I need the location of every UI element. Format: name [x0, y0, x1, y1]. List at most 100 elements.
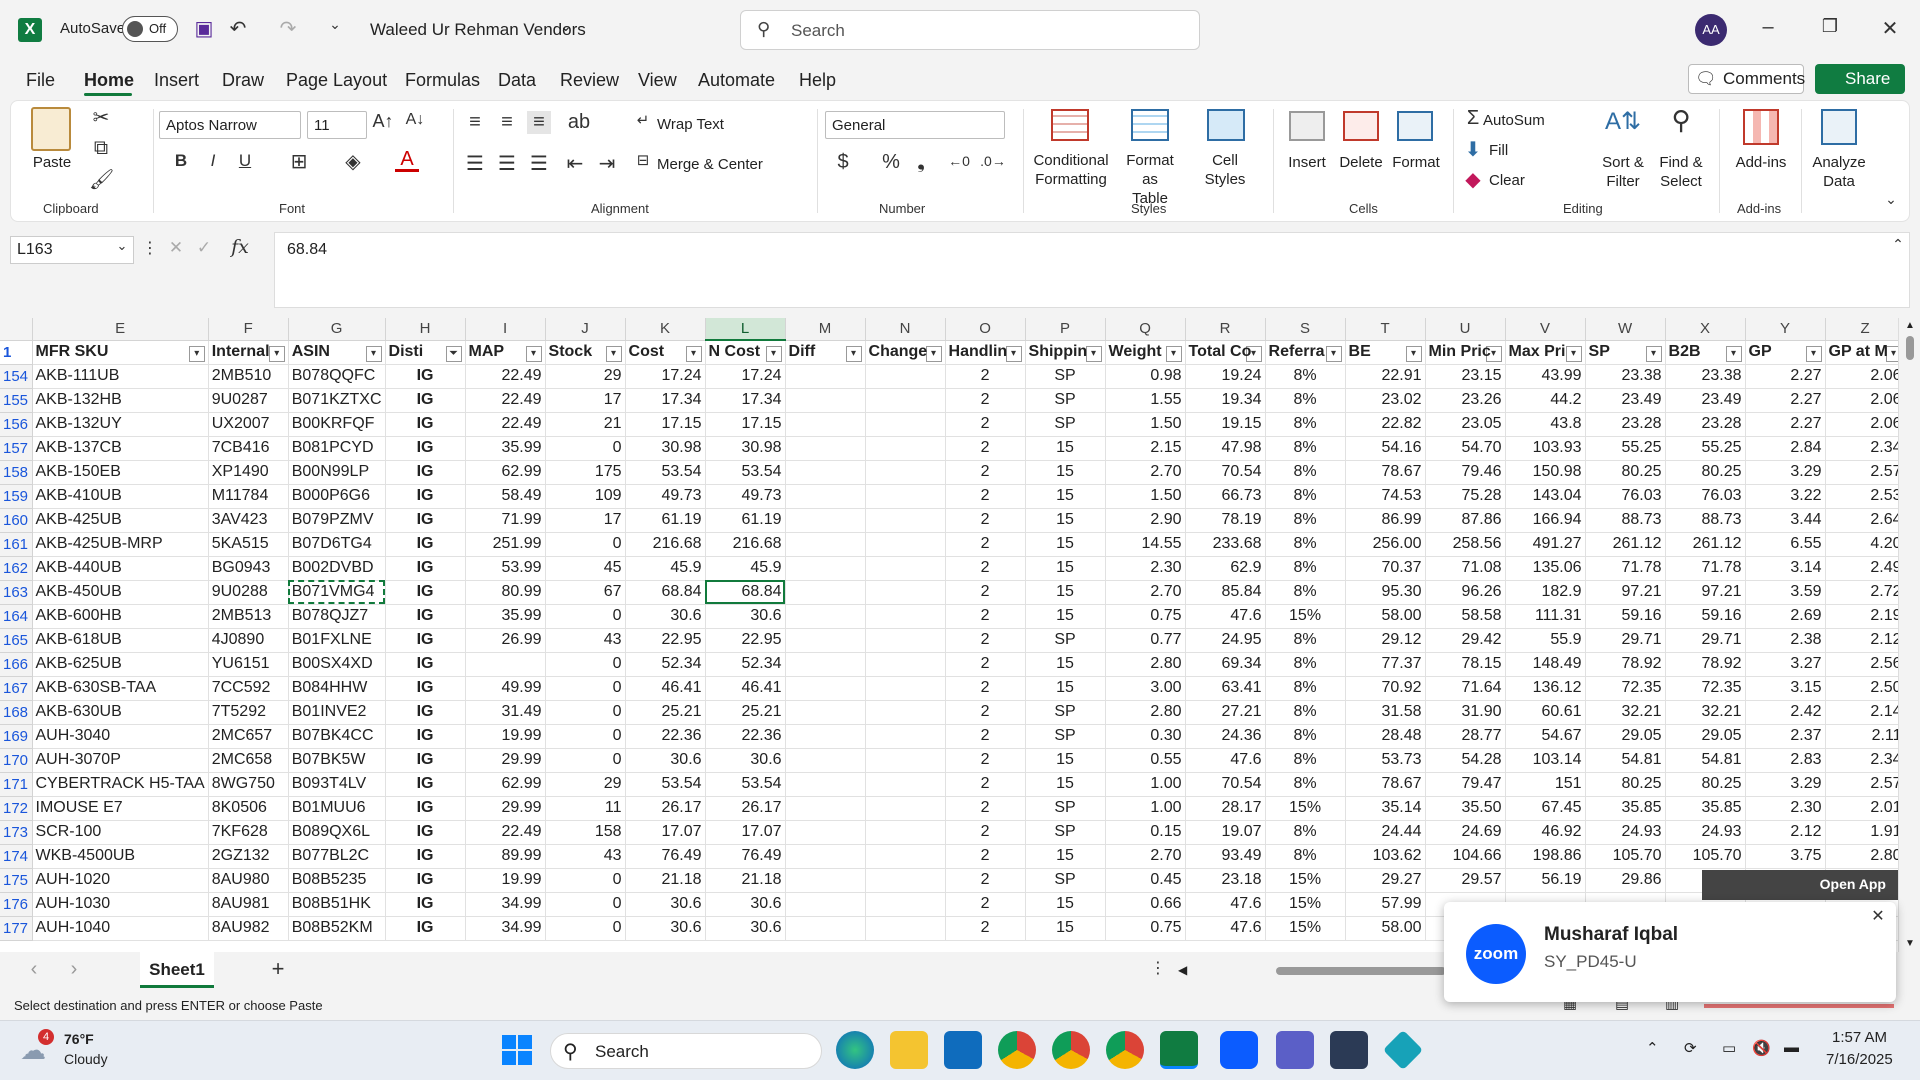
excel-taskbar-icon[interactable] — [1160, 1031, 1198, 1069]
table-cell[interactable]: 0 — [545, 532, 626, 557]
table-cell[interactable]: 47.6 — [1185, 892, 1266, 917]
table-cell[interactable]: 8% — [1265, 532, 1346, 557]
table-cell[interactable]: 2.72 — [1825, 580, 1906, 605]
tab-insert[interactable]: Insert — [154, 70, 199, 91]
table-cell[interactable]: 49.73 — [625, 484, 706, 509]
table-cell[interactable]: 58.00 — [1345, 916, 1426, 941]
table-cell[interactable]: 8% — [1265, 772, 1346, 797]
column-heading[interactable]: ▾ Min Pric — [1425, 340, 1506, 365]
table-cell[interactable]: 78.67 — [1345, 772, 1426, 797]
table-cell[interactable]: 19.34 — [1185, 388, 1266, 413]
table-cell[interactable]: 2.80 — [1105, 652, 1186, 677]
table-cell[interactable]: 2 — [945, 532, 1026, 557]
filter-dropdown-icon[interactable]: ▾ — [268, 345, 285, 362]
clear-button[interactable]: Clear — [1489, 171, 1525, 190]
table-cell[interactable] — [865, 796, 946, 821]
table-cell[interactable]: 3.29 — [1745, 460, 1826, 485]
table-cell[interactable]: 29.57 — [1425, 868, 1506, 893]
filter-dropdown-icon[interactable]: ▾ — [1725, 345, 1742, 362]
filter-dropdown-icon[interactable]: ▾ — [1165, 345, 1182, 362]
table-cell[interactable]: IG — [385, 748, 466, 773]
table-cell[interactable]: IG — [385, 676, 466, 701]
table-cell[interactable]: 96.26 — [1425, 580, 1506, 605]
table-cell[interactable]: 1.00 — [1105, 772, 1186, 797]
table-cell[interactable]: 8AU982 — [208, 916, 289, 941]
column-heading[interactable]: ⏷ Disti — [385, 340, 466, 365]
conditional-formatting-button[interactable]: Conditional Formatting — [1029, 151, 1113, 189]
table-cell[interactable]: 15 — [1025, 556, 1106, 581]
table-cell[interactable]: 233.68 — [1185, 532, 1266, 557]
row-number[interactable]: 164 — [0, 604, 33, 629]
table-cell[interactable] — [785, 436, 866, 461]
table-cell[interactable]: 29 — [545, 364, 626, 389]
table-cell[interactable]: 0.45 — [1105, 868, 1186, 893]
format-painter-icon[interactable]: 🖌 — [89, 167, 114, 192]
table-cell[interactable]: SP — [1025, 388, 1106, 413]
table-cell[interactable] — [785, 580, 866, 605]
table-cell[interactable]: 23.49 — [1585, 388, 1666, 413]
table-cell[interactable]: B07BK4CC — [288, 724, 386, 749]
table-cell[interactable]: 75.28 — [1425, 484, 1506, 509]
column-header-v[interactable]: V — [1505, 318, 1586, 341]
table-cell[interactable]: 22.95 — [705, 628, 786, 653]
analyze-data-button[interactable]: Analyze Data — [1807, 153, 1871, 191]
table-cell[interactable]: 24.93 — [1665, 820, 1746, 845]
table-cell[interactable] — [465, 652, 546, 677]
row-number[interactable]: 172 — [0, 796, 33, 821]
table-cell[interactable]: 4J0890 — [208, 628, 289, 653]
table-cell[interactable]: IG — [385, 652, 466, 677]
table-cell[interactable] — [865, 556, 946, 581]
table-cell[interactable]: 69.34 — [1185, 652, 1266, 677]
table-cell[interactable]: 15% — [1265, 604, 1346, 629]
copied-cell[interactable]: B071VMG4 — [288, 580, 386, 605]
sheet-tab-sheet1[interactable]: Sheet1 — [140, 952, 214, 988]
table-cell[interactable]: 2 — [945, 508, 1026, 533]
file-explorer-icon[interactable] — [890, 1031, 928, 1069]
table-cell[interactable]: 2 — [945, 916, 1026, 941]
table-cell[interactable]: 68.84 — [625, 580, 706, 605]
table-cell[interactable]: CYBERTRACK H5-TAA — [32, 772, 209, 797]
row-number[interactable]: 166 — [0, 652, 33, 677]
table-cell[interactable]: 54.28 — [1425, 748, 1506, 773]
add-ins-button[interactable]: Add-ins — [1733, 153, 1789, 172]
table-cell[interactable]: 71.78 — [1585, 556, 1666, 581]
table-cell[interactable]: 43.8 — [1505, 412, 1586, 437]
table-cell[interactable]: SP — [1025, 868, 1106, 893]
table-cell[interactable]: 9U0287 — [208, 388, 289, 413]
table-cell[interactable] — [865, 868, 946, 893]
column-header-h[interactable]: H — [385, 318, 466, 341]
table-cell[interactable]: 8% — [1265, 748, 1346, 773]
delete-cells-icon[interactable] — [1343, 111, 1379, 141]
table-cell[interactable]: 66.73 — [1185, 484, 1266, 509]
table-cell[interactable]: 11 — [545, 796, 626, 821]
table-cell[interactable]: 78.92 — [1585, 652, 1666, 677]
table-cell[interactable]: AKB-440UB — [32, 556, 209, 581]
table-cell[interactable] — [865, 460, 946, 485]
tab-review[interactable]: Review — [560, 70, 619, 91]
table-cell[interactable]: 0.30 — [1105, 724, 1186, 749]
table-cell[interactable]: AUH-1020 — [32, 868, 209, 893]
increase-decimal-icon[interactable]: ←0 — [945, 153, 973, 169]
table-cell[interactable]: YU6151 — [208, 652, 289, 677]
table-cell[interactable]: IG — [385, 844, 466, 869]
table-cell[interactable]: B01INVE2 — [288, 700, 386, 725]
table-cell[interactable]: 23.49 — [1665, 388, 1746, 413]
app-icon[interactable] — [1382, 1029, 1424, 1071]
collapse-ribbon-icon[interactable]: ⌄ — [1881, 191, 1901, 208]
table-cell[interactable] — [785, 364, 866, 389]
table-cell[interactable]: 15% — [1265, 796, 1346, 821]
table-cell[interactable]: 29.71 — [1665, 628, 1746, 653]
table-cell[interactable]: 3.22 — [1745, 484, 1826, 509]
table-cell[interactable]: 47.6 — [1185, 604, 1266, 629]
table-cell[interactable]: 67 — [545, 580, 626, 605]
vertical-scrollbar[interactable]: ▲ ▼ — [1898, 318, 1920, 952]
table-cell[interactable]: 2.69 — [1745, 604, 1826, 629]
table-cell[interactable]: 136.12 — [1505, 676, 1586, 701]
format-cells-icon[interactable] — [1397, 111, 1433, 141]
table-cell[interactable]: 56.19 — [1505, 868, 1586, 893]
table-cell[interactable] — [785, 724, 866, 749]
table-cell[interactable]: 15 — [1025, 532, 1106, 557]
table-cell[interactable] — [865, 724, 946, 749]
paste-icon[interactable] — [31, 107, 71, 151]
column-heading[interactable]: ▾ Internal — [208, 340, 289, 365]
